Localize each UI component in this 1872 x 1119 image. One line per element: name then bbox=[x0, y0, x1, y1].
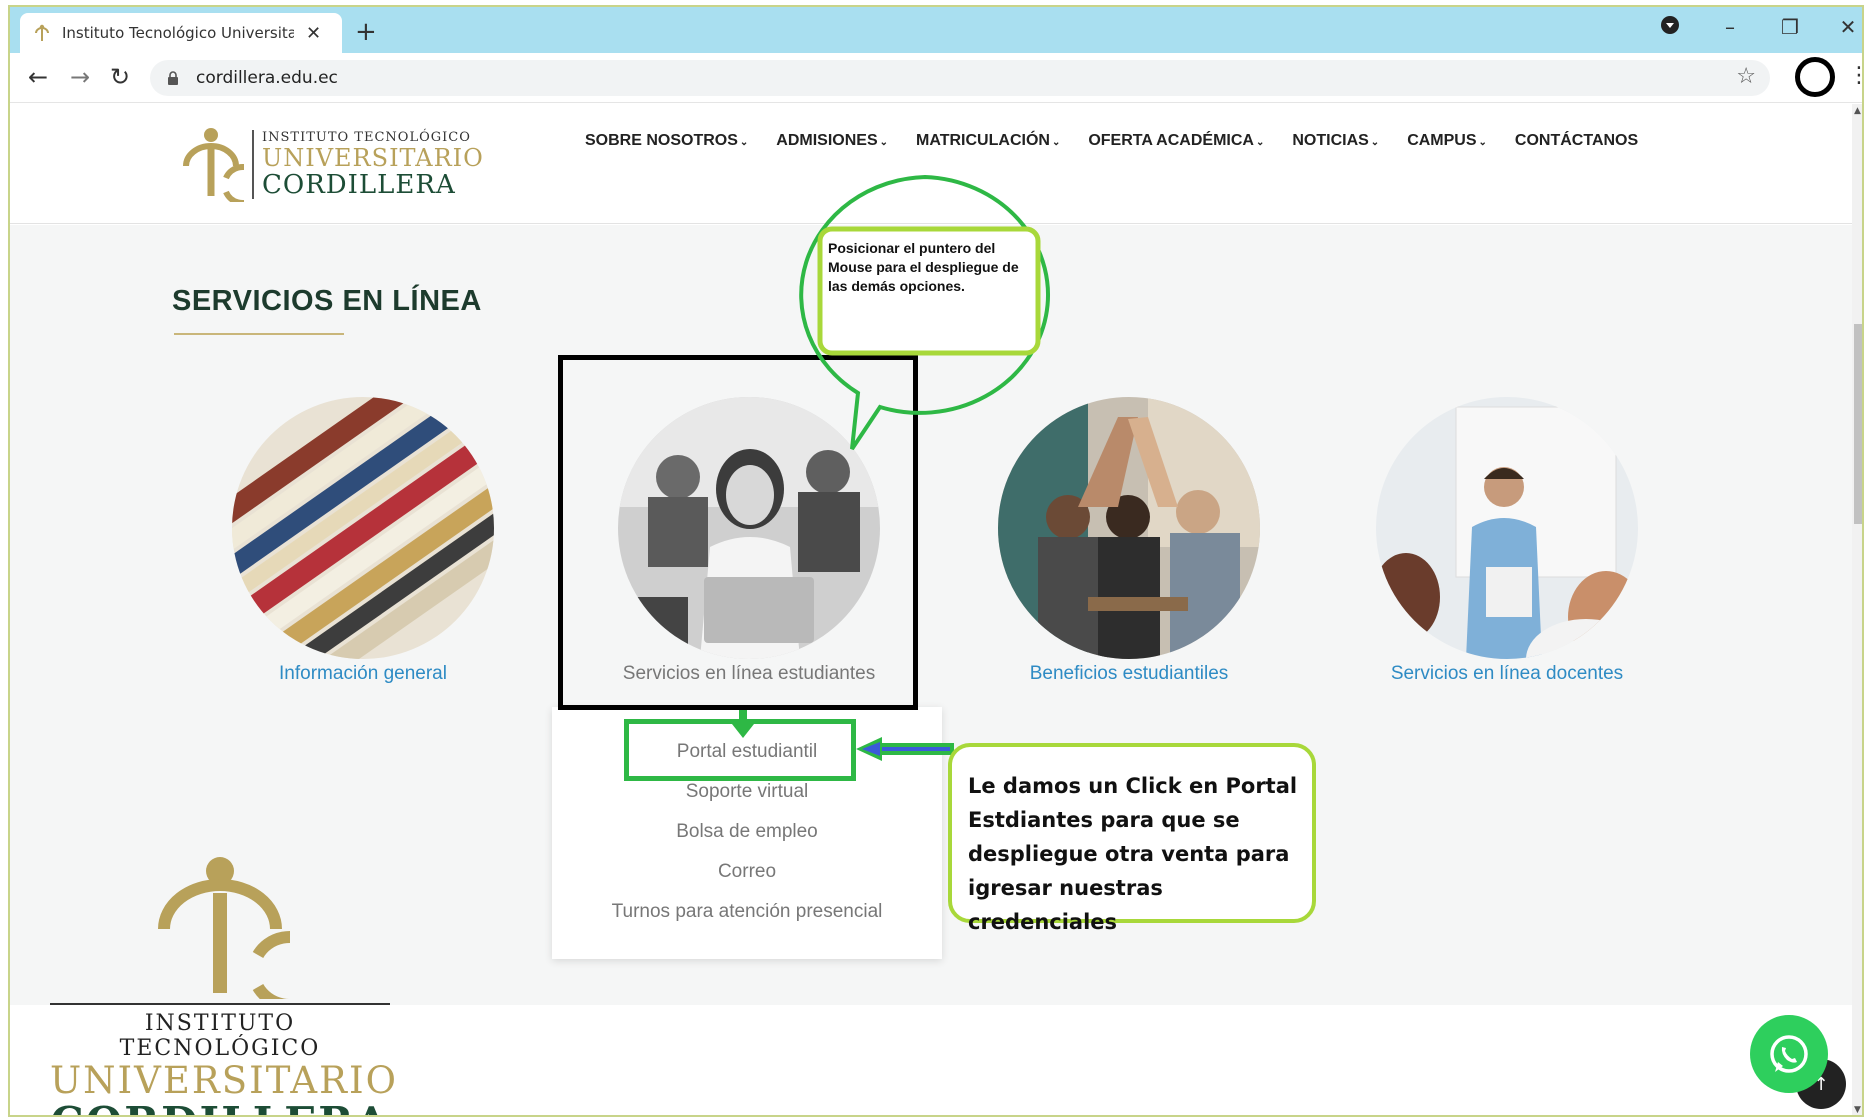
page-scrollbar[interactable]: ▲ ▼ bbox=[1852, 104, 1862, 1115]
card-servicios-docentes[interactable]: Servicios en línea docentes bbox=[1372, 397, 1642, 685]
nav-contactanos[interactable]: CONTÁCTANOS bbox=[1515, 132, 1638, 150]
forward-button[interactable]: → bbox=[64, 63, 96, 91]
browser-menu-icon[interactable]: ⋮ bbox=[1848, 63, 1862, 88]
back-button[interactable]: ← bbox=[22, 63, 54, 91]
footer-logo: INSTITUTO TECNOLÓGICO UNIVERSITARIO CORD… bbox=[50, 855, 398, 1116]
reload-button[interactable]: ↻ bbox=[104, 63, 136, 91]
cordillera-logo-icon bbox=[183, 128, 244, 202]
nav-label: ADMISIONES bbox=[776, 132, 878, 149]
logo-line-1: INSTITUTO TECNOLÓGICO bbox=[262, 129, 471, 145]
chevron-down-icon: ⌄ bbox=[1051, 137, 1061, 148]
cordillera-emblem-icon bbox=[158, 857, 332, 1011]
card-label[interactable]: Servicios en línea docentes bbox=[1372, 663, 1642, 685]
tab-title: Instituto Tecnológico Universitari bbox=[62, 24, 294, 42]
nav-campus[interactable]: CAMPUS ⌄ bbox=[1407, 132, 1487, 150]
card-label[interactable]: Beneficios estudiantiles bbox=[994, 663, 1264, 685]
title-underline bbox=[174, 333, 344, 335]
nav-label: MATRICULACIÓN bbox=[916, 132, 1050, 149]
nav-sobre-nosotros[interactable]: SOBRE NOSOTROS ⌄ bbox=[585, 132, 748, 150]
logo-line-3: CORDILLERA bbox=[262, 169, 456, 200]
nav-noticias[interactable]: NOTICIAS ⌄ bbox=[1292, 132, 1379, 150]
restore-button[interactable]: ❐ bbox=[1770, 15, 1810, 39]
teacher-photo-icon bbox=[1376, 397, 1638, 659]
card-informacion-general[interactable]: Información general bbox=[228, 397, 498, 685]
instruction-note: Le damos un Click en Portal Estdiantes p… bbox=[948, 743, 1316, 934]
browser-toolbar: ← → ↻ cordillera.edu.ec ☆ ⋮ bbox=[10, 53, 1862, 103]
logo-wordmark: INSTITUTO TECNOLÓGICO UNIVERSITARIO CORD… bbox=[252, 129, 484, 200]
nav-label: CONTÁCTANOS bbox=[1514, 132, 1639, 149]
nav-label: SOBRE NOSOTROS bbox=[585, 132, 738, 149]
lock-icon bbox=[166, 70, 180, 86]
screenshot-frame: Instituto Tecnológico Universitari ✕ + –… bbox=[8, 5, 1864, 1117]
menu-item-correo[interactable]: Correo bbox=[552, 861, 942, 883]
address-bar[interactable]: cordillera.edu.ec ☆ bbox=[150, 60, 1770, 96]
browser-tab[interactable]: Instituto Tecnológico Universitari ✕ bbox=[20, 13, 342, 53]
whatsapp-button[interactable] bbox=[1750, 1015, 1828, 1093]
card-label[interactable]: Información general bbox=[228, 663, 498, 685]
bubble-instruction-text: Posicionar el puntero del Mouse para el … bbox=[828, 240, 1019, 294]
nav-oferta-academica[interactable]: OFERTA ACADÉMICA ⌄ bbox=[1088, 132, 1264, 150]
nav-label: OFERTA ACADÉMICA bbox=[1088, 132, 1254, 149]
arrow-left-icon bbox=[856, 737, 954, 761]
nav-label: CAMPUS bbox=[1407, 132, 1477, 149]
scroll-up-icon[interactable]: ▲ bbox=[1854, 106, 1861, 116]
tab-close-icon[interactable]: ✕ bbox=[306, 23, 321, 44]
footer-logo-line-2: UNIVERSITARIO bbox=[50, 1059, 398, 1102]
logo-line-2: UNIVERSITARIO bbox=[262, 143, 484, 172]
section-title: SERVICIOS EN LÍNEA bbox=[172, 285, 482, 317]
close-window-button[interactable]: ✕ bbox=[1828, 15, 1862, 39]
site-logo[interactable]: INSTITUTO TECNOLÓGICO UNIVERSITARIO CORD… bbox=[178, 126, 484, 202]
bookmark-star-icon[interactable]: ☆ bbox=[1736, 64, 1756, 89]
media-control-icon[interactable] bbox=[1650, 15, 1690, 40]
chevron-down-icon: ⌄ bbox=[1370, 137, 1380, 148]
profile-avatar[interactable] bbox=[1795, 57, 1835, 97]
footer-logo-line-3: CORDILLERA bbox=[50, 1101, 390, 1116]
nav-admisiones[interactable]: ADMISIONES ⌄ bbox=[776, 132, 888, 150]
scroll-down-icon[interactable]: ▼ bbox=[1854, 1105, 1861, 1115]
site-favicon-icon bbox=[32, 23, 52, 43]
main-nav: SOBRE NOSOTROS ⌄ ADMISIONES ⌄ MATRICULACIÓ… bbox=[585, 132, 1638, 150]
chevron-down-icon: ⌄ bbox=[1255, 137, 1265, 148]
arrow-down-icon bbox=[732, 710, 754, 738]
menu-item-soporte-virtual[interactable]: Soporte virtual bbox=[552, 781, 942, 803]
nav-matriculacion[interactable]: MATRICULACIÓN ⌄ bbox=[916, 132, 1060, 150]
footer-logo-line-1: INSTITUTO TECNOLÓGICO bbox=[50, 1003, 390, 1061]
browser-tabbar: Instituto Tecnológico Universitari ✕ + –… bbox=[10, 7, 1862, 53]
chevron-down-icon: ⌄ bbox=[739, 137, 749, 148]
note-text: Le damos un Click en Portal Estdiantes p… bbox=[968, 774, 1298, 934]
new-tab-button[interactable]: + bbox=[355, 17, 377, 47]
chevron-down-icon: ⌄ bbox=[1478, 137, 1487, 148]
url-text: cordillera.edu.ec bbox=[196, 68, 338, 88]
chevron-down-icon: ⌄ bbox=[879, 137, 889, 148]
speech-bubble-icon bbox=[799, 174, 1050, 451]
menu-item-bolsa-de-empleo[interactable]: Bolsa de empleo bbox=[552, 821, 942, 843]
minimize-button[interactable]: – bbox=[1710, 15, 1750, 39]
scroll-thumb[interactable] bbox=[1854, 324, 1862, 524]
whatsapp-icon bbox=[1770, 1035, 1808, 1073]
books-photo-icon bbox=[232, 397, 494, 659]
menu-item-turnos[interactable]: Turnos para atención presencial bbox=[552, 901, 942, 923]
nav-label: NOTICIAS bbox=[1292, 132, 1369, 149]
